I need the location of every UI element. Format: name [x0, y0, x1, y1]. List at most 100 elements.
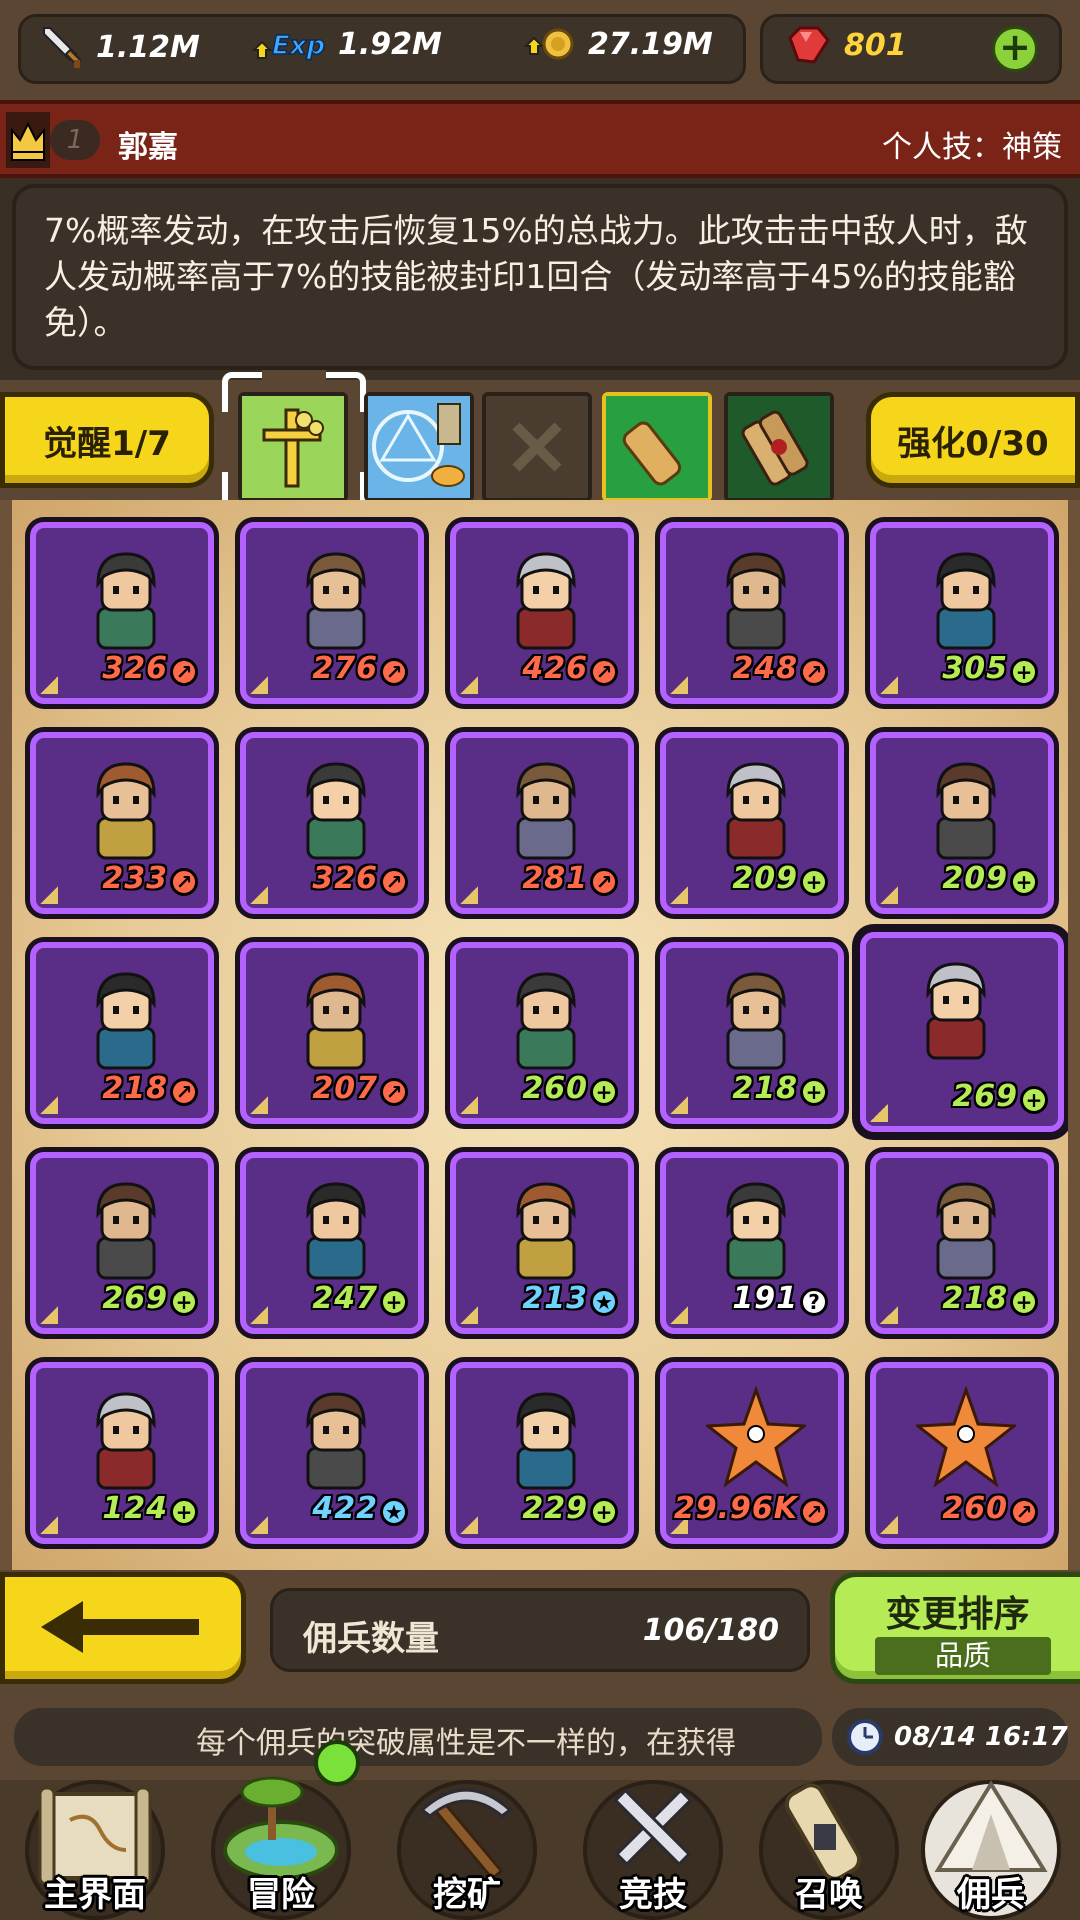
- exp-value: 1.92M: [338, 26, 442, 62]
- hero-card[interactable]: 209 +: [660, 732, 844, 914]
- hero-sprite: [516, 762, 576, 860]
- hero-card[interactable]: 247 +: [240, 1152, 424, 1334]
- hero-card[interactable]: 191?: [660, 1152, 844, 1334]
- hero-sprite: [936, 552, 996, 650]
- hero-card[interactable]: 233 ↗: [30, 732, 214, 914]
- plus-icon: +: [170, 1288, 198, 1316]
- plus-icon: +: [170, 1498, 198, 1526]
- hero-power: 422: [312, 1491, 378, 1526]
- hero-power: 213: [522, 1281, 588, 1316]
- mercenary-count-panel: 佣兵数量 106/180: [270, 1588, 810, 1672]
- gem-value: 801: [844, 27, 907, 63]
- hero-card[interactable]: 269 +: [30, 1152, 214, 1334]
- hero-power: 218: [942, 1281, 1008, 1316]
- hero-power: 326: [102, 651, 168, 686]
- hero-card[interactable]: 213 ★: [450, 1152, 634, 1334]
- exp-resource: Exp 1.92M: [252, 24, 442, 64]
- nav-mining-label: 挖矿: [433, 1875, 501, 1915]
- hero-sprite: [306, 762, 366, 860]
- hero-sprite: [96, 552, 156, 650]
- gem-resource: 801: [784, 24, 907, 66]
- sword-icon: [43, 27, 82, 68]
- hero-card[interactable]: 422 ★: [240, 1362, 424, 1544]
- nav-main[interactable]: 主界面: [10, 1770, 180, 1920]
- hero-sprite: [936, 1182, 996, 1280]
- hero-power: 124: [102, 1491, 168, 1526]
- gold-resource: 27.19M: [524, 24, 713, 64]
- nav-adventure[interactable]: 冒险: [196, 1770, 366, 1920]
- hero-card[interactable]: 218 +: [870, 1152, 1054, 1334]
- upgrade-arrow-icon: ↗: [170, 658, 198, 686]
- hero-card[interactable]: 260 ↗: [870, 1362, 1054, 1544]
- hero-card[interactable]: 260 +: [450, 942, 634, 1124]
- hero-sprite: [726, 972, 786, 1070]
- plus-icon: +: [1010, 1288, 1038, 1316]
- star-icon: ★: [590, 1288, 618, 1316]
- hero-card[interactable]: 276 ↗: [240, 522, 424, 704]
- nav-mining[interactable]: 挖矿: [382, 1770, 552, 1920]
- hero-sprite: [726, 552, 786, 650]
- hero-power: 326: [312, 861, 378, 896]
- skill-slot-scroll[interactable]: [602, 392, 712, 502]
- hero-power: 218: [732, 1071, 798, 1106]
- nav-summon[interactable]: 召唤: [744, 1770, 914, 1920]
- hero-card[interactable]: 124 +: [30, 1362, 214, 1544]
- enhance-button[interactable]: 强化0/30: [866, 392, 1080, 488]
- nav-arena-label: 竞技: [619, 1875, 687, 1915]
- skill-slot-holy-staff[interactable]: [238, 392, 348, 502]
- awaken-button[interactable]: 觉醒1/7: [0, 392, 214, 488]
- hero-power: 209: [732, 861, 798, 896]
- hero-card[interactable]: 209 +: [870, 732, 1054, 914]
- hero-card[interactable]: 218 +: [660, 942, 844, 1124]
- clock-icon: [847, 1719, 883, 1755]
- hero-power: 281: [522, 861, 588, 896]
- skill-slot-scroll-bundle[interactable]: [724, 392, 834, 502]
- nav-mercenary[interactable]: 佣兵: [906, 1770, 1076, 1920]
- hero-card[interactable]: 426 ↗: [450, 522, 634, 704]
- hero-card[interactable]: 305 +: [870, 522, 1054, 704]
- nav-adventure-label: 冒险: [247, 1875, 315, 1915]
- upgrade-arrow-icon: ↗: [800, 1498, 828, 1526]
- hero-power: 269: [102, 1281, 168, 1316]
- back-button[interactable]: [0, 1572, 246, 1684]
- empty-slot-icon: [512, 422, 562, 472]
- hero-card[interactable]: 248 ↗: [660, 522, 844, 704]
- hero-power: 426: [522, 651, 588, 686]
- hero-power: 229: [522, 1491, 588, 1526]
- enhance-label: 强化0/30: [897, 423, 1049, 464]
- hero-card[interactable]: 207 ↗: [240, 942, 424, 1124]
- attack-value: 1.12M: [96, 29, 200, 65]
- hero-sprite: [306, 552, 366, 650]
- hero-sprite: [516, 1182, 576, 1280]
- hero-card[interactable]: 269 +: [860, 932, 1064, 1132]
- upgrade-arrow-icon: ↗: [590, 658, 618, 686]
- hero-sprite: [306, 1392, 366, 1490]
- hero-sprite: [96, 762, 156, 860]
- gold-value: 27.19M: [588, 26, 713, 62]
- nav-mercenary-label: 佣兵: [957, 1875, 1025, 1915]
- hero-power: 29.96K: [673, 1491, 798, 1526]
- hero-power: 247: [312, 1281, 378, 1316]
- skill-description-box: 7%概率发动，在攻击后恢复15%的总战力。此攻击击中敌人时，敌人发动概率高于7%…: [12, 184, 1068, 370]
- plus-icon: +: [800, 1078, 828, 1106]
- plus-icon: +: [1010, 658, 1038, 686]
- plus-icon: +: [1010, 868, 1038, 896]
- hero-card[interactable]: 326 ↗: [30, 522, 214, 704]
- plus-icon: +: [800, 868, 828, 896]
- notification-dot: [314, 1740, 360, 1786]
- hero-card[interactable]: 218 ↗: [30, 942, 214, 1124]
- scroll-icon: [606, 396, 708, 498]
- hero-sprite: [726, 1182, 786, 1280]
- news-ticker: 每个佣兵的突破属性是不一样的，在获得: [14, 1708, 822, 1766]
- star-icon: ★: [380, 1498, 408, 1526]
- mercenary-count-value: 106/180: [642, 1613, 779, 1648]
- hero-card[interactable]: 229 +: [450, 1362, 634, 1544]
- hero-card[interactable]: 326 ↗: [240, 732, 424, 914]
- hero-card[interactable]: 29.96K ↗: [660, 1362, 844, 1544]
- nav-arena[interactable]: 竞技: [568, 1770, 738, 1920]
- add-gems-button[interactable]: +: [992, 26, 1038, 72]
- skill-slot-magic-circle[interactable]: [364, 392, 474, 502]
- change-sort-button[interactable]: 变更排序 品质: [830, 1572, 1080, 1684]
- hero-card[interactable]: 281 ↗: [450, 732, 634, 914]
- skill-type: 个人技：神策: [882, 130, 1062, 165]
